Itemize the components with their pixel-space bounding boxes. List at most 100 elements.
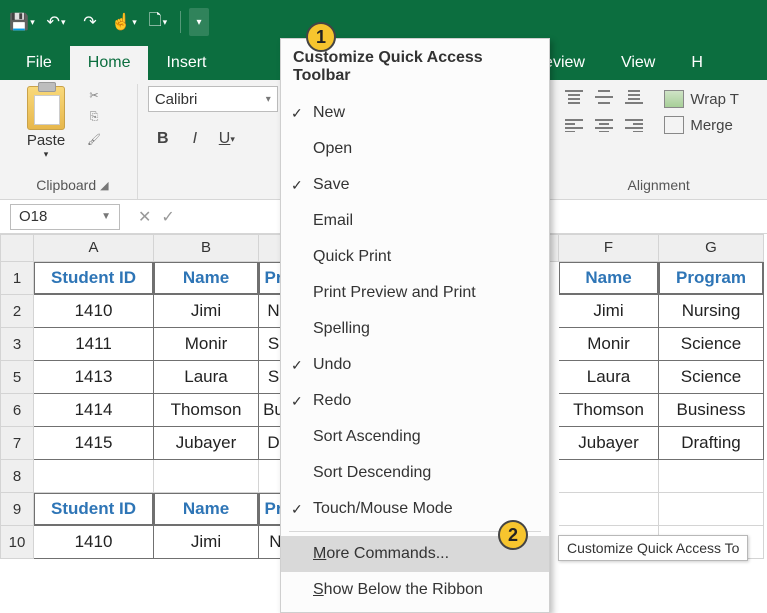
tab-overflow[interactable]: H — [673, 46, 707, 80]
cell[interactable]: Name — [154, 262, 259, 295]
cell[interactable]: Jubayer — [559, 427, 659, 460]
brush-icon: 🖌 — [87, 133, 101, 146]
cell[interactable]: Program — [659, 262, 764, 295]
cell[interactable] — [34, 460, 154, 493]
row-head[interactable]: 8 — [0, 460, 34, 493]
font-name-combo[interactable]: Calibri▾ — [148, 86, 278, 112]
cell[interactable] — [659, 460, 764, 493]
cell[interactable]: 1413 — [34, 361, 154, 394]
cell[interactable]: Jimi — [154, 526, 259, 559]
cell[interactable]: Jimi — [154, 295, 259, 328]
qat-new-button[interactable]: 🗋▾ — [144, 8, 172, 36]
row-head[interactable]: 1 — [0, 262, 34, 295]
align-left-button[interactable] — [560, 114, 588, 136]
tab-home[interactable]: Home — [70, 46, 149, 80]
cell[interactable]: 1410 — [34, 526, 154, 559]
cell[interactable]: Business — [659, 394, 764, 427]
cell[interactable]: Laura — [154, 361, 259, 394]
cell[interactable]: Student ID — [34, 262, 154, 295]
cell[interactable]: 1415 — [34, 427, 154, 460]
cell[interactable]: Student ID — [34, 493, 154, 526]
cell[interactable]: Thomson — [154, 394, 259, 427]
cell[interactable]: 1411 — [34, 328, 154, 361]
cell[interactable]: 1414 — [34, 394, 154, 427]
cell[interactable] — [559, 460, 659, 493]
align-right-button[interactable] — [620, 114, 648, 136]
qat-touch-mode-button[interactable]: ☝▾ — [110, 8, 138, 36]
dialog-launcher-icon[interactable]: ◢ — [100, 179, 108, 192]
cell[interactable]: Science — [659, 361, 764, 394]
menu-item[interactable]: Sort Ascending — [281, 419, 549, 455]
cell[interactable]: 1410 — [34, 295, 154, 328]
menu-item[interactable]: Spelling — [281, 311, 549, 347]
tab-file[interactable]: File — [8, 46, 70, 80]
cell[interactable]: Science — [659, 328, 764, 361]
row-head[interactable]: 10 — [0, 526, 34, 559]
cell[interactable] — [154, 460, 259, 493]
menu-item[interactable]: Sort Descending — [281, 455, 549, 491]
copy-button[interactable]: ⎘ — [84, 108, 104, 126]
paste-icon — [27, 86, 65, 130]
align-bottom-button[interactable] — [620, 86, 648, 108]
cell[interactable]: Jimi — [559, 295, 659, 328]
row-head[interactable]: 3 — [0, 328, 34, 361]
qat-redo-button[interactable]: ↷ — [76, 8, 104, 36]
col-head-a[interactable]: A — [34, 234, 154, 262]
qat-undo-button[interactable]: ↶▾ — [42, 8, 70, 36]
chevron-down-icon: ▾ — [61, 17, 66, 28]
cell[interactable]: Thomson — [559, 394, 659, 427]
menu-item[interactable]: ✓Save — [281, 167, 549, 203]
cell[interactable]: Drafting — [659, 427, 764, 460]
cell[interactable]: Name — [154, 493, 259, 526]
menu-item[interactable]: ✓New — [281, 95, 549, 131]
format-painter-button[interactable]: 🖌 — [84, 130, 104, 148]
qat-save-button[interactable]: 💾▾ — [8, 8, 36, 36]
menu-item[interactable]: ✓Undo — [281, 347, 549, 383]
row-head[interactable]: 9 — [0, 493, 34, 526]
row-head[interactable]: 6 — [0, 394, 34, 427]
wrap-text-button[interactable]: Wrap T — [664, 90, 739, 108]
chevron-down-icon: ▾ — [132, 17, 137, 28]
col-head-g[interactable]: G — [659, 234, 764, 262]
bold-label: B — [157, 130, 169, 148]
chevron-down-icon: ▾ — [230, 134, 235, 145]
align-center-button[interactable] — [590, 114, 618, 136]
underline-button[interactable]: U ▾ — [212, 126, 242, 152]
row-head[interactable]: 7 — [0, 427, 34, 460]
chevron-down-icon: ▾ — [163, 17, 168, 28]
row-head[interactable]: 2 — [0, 295, 34, 328]
align-top-button[interactable] — [560, 86, 588, 108]
col-head-f[interactable]: F — [559, 234, 659, 262]
confirm-formula-button[interactable]: ✓ — [161, 207, 174, 227]
menu-item[interactable]: Print Preview and Print — [281, 275, 549, 311]
select-all-corner[interactable] — [0, 234, 34, 262]
paste-button[interactable]: Paste ▾ — [18, 86, 74, 160]
menu-show-below-ribbon[interactable]: Show Below the Ribbon — [281, 572, 549, 608]
cell[interactable]: Laura — [559, 361, 659, 394]
row-head[interactable]: 5 — [0, 361, 34, 394]
cell[interactable]: Monir — [559, 328, 659, 361]
tab-view[interactable]: View — [603, 46, 673, 80]
merge-center-button[interactable]: Merge — [664, 116, 739, 134]
menu-item[interactable]: Email — [281, 203, 549, 239]
align-middle-button[interactable] — [590, 86, 618, 108]
cell[interactable]: Monir — [154, 328, 259, 361]
cell[interactable] — [659, 493, 764, 526]
italic-button[interactable]: I — [180, 126, 210, 152]
menu-item[interactable]: Open — [281, 131, 549, 167]
col-head-b[interactable]: B — [154, 234, 259, 262]
cut-button[interactable]: ✂ — [84, 86, 104, 104]
cell[interactable]: Name — [559, 262, 659, 295]
cell[interactable] — [559, 493, 659, 526]
qat-customize-dropdown[interactable]: ▾ — [189, 8, 209, 36]
menu-item[interactable]: ✓Redo — [281, 383, 549, 419]
cell[interactable]: Nursing — [659, 295, 764, 328]
menu-item[interactable]: Quick Print — [281, 239, 549, 275]
bold-button[interactable]: B — [148, 126, 178, 152]
cancel-formula-button[interactable]: ✕ — [138, 207, 151, 227]
tab-insert[interactable]: Insert — [148, 46, 224, 80]
name-box[interactable]: O18▼ — [10, 204, 120, 230]
cell[interactable]: Jubayer — [154, 427, 259, 460]
underline-label: U — [219, 130, 231, 148]
chevron-down-icon: ▾ — [44, 149, 49, 160]
